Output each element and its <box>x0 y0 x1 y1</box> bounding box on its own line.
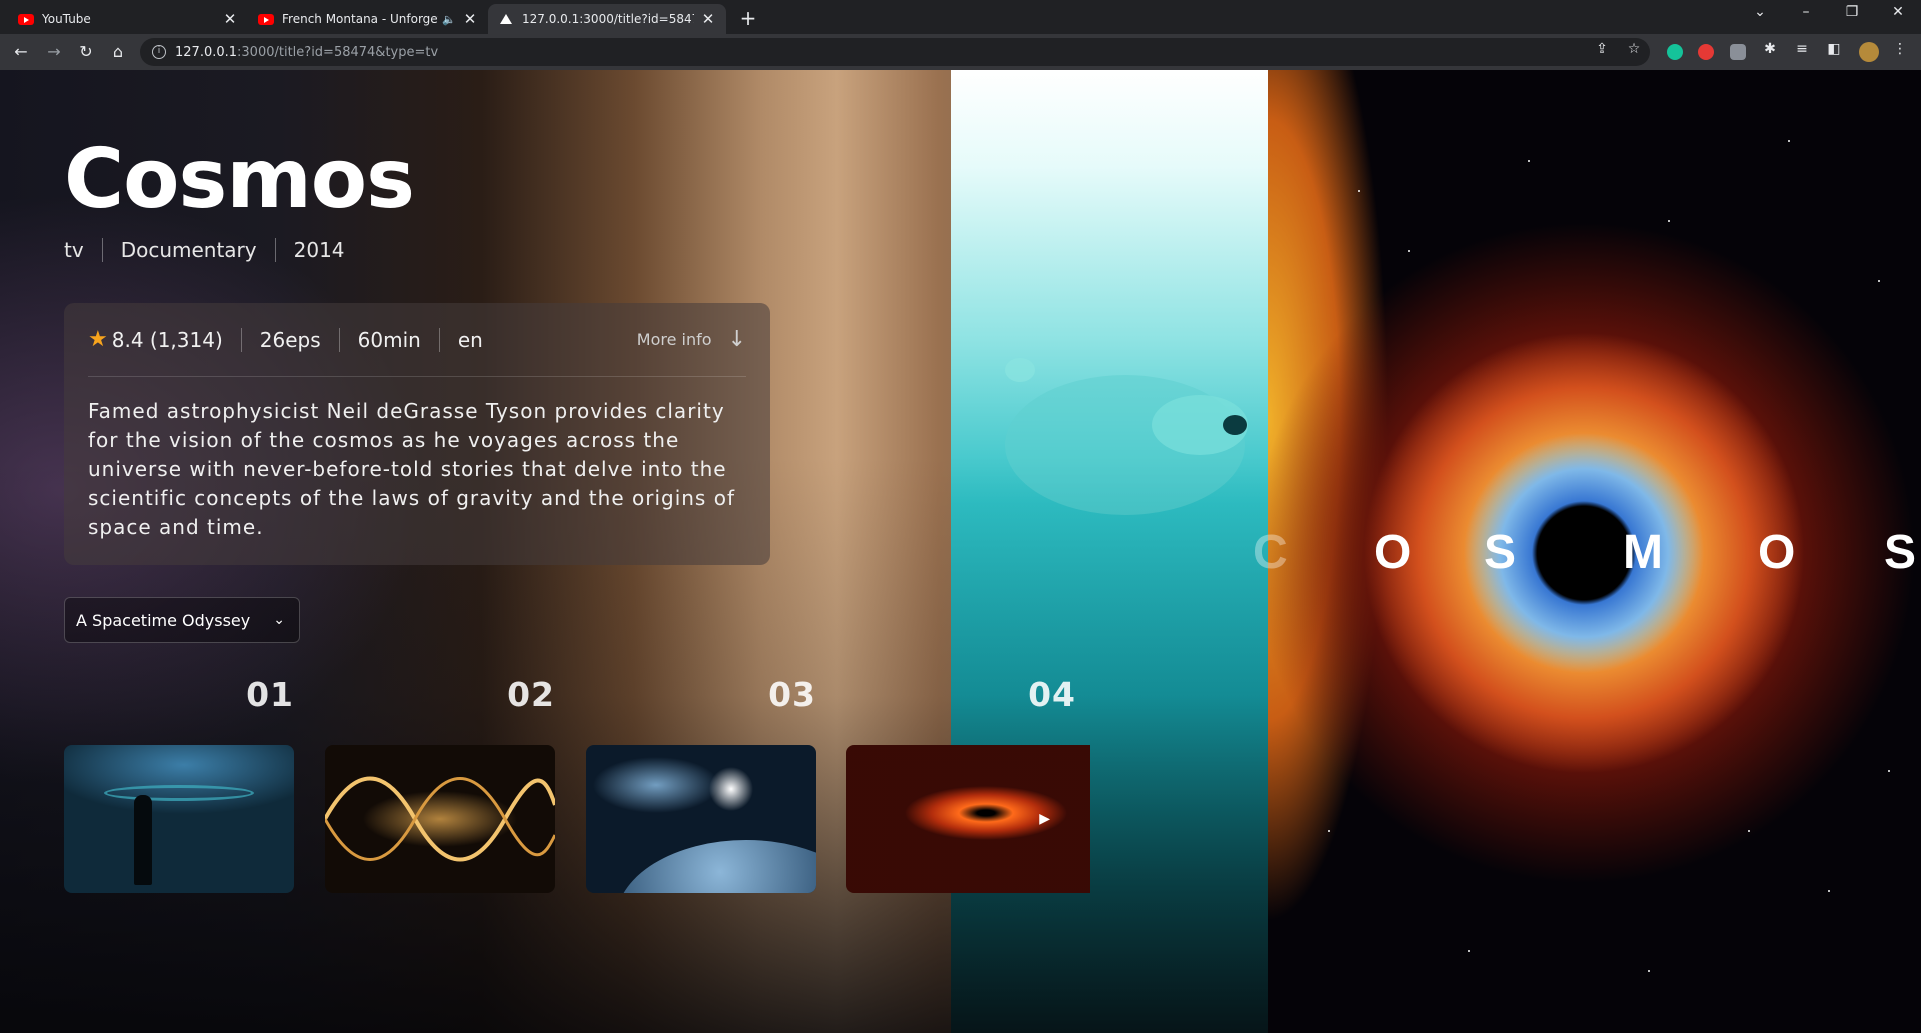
browser-menu-icon[interactable]: ⋮ <box>1890 41 1910 57</box>
address-bar[interactable]: i 127.0.0.1:3000/title?id=58474&type=tv <box>140 38 1650 66</box>
episode-number: 03 <box>768 675 816 714</box>
star-icon: ★ <box>88 327 108 352</box>
play-icon[interactable]: ▶ <box>1039 811 1050 827</box>
browser-toolbar: ← → ↻ ⌂ i 127.0.0.1:3000/title?id=58474&… <box>0 34 1921 70</box>
title-meta: tv Documentary 2014 <box>64 238 345 262</box>
title-page: C O S M O S Cosmos tv Documentary 2014 ★… <box>0 70 1921 1033</box>
episode-thumbnail[interactable] <box>846 745 1090 893</box>
forward-icon[interactable]: → <box>43 41 65 63</box>
episode-count: 26eps <box>259 327 321 352</box>
poster-letter: C <box>1253 526 1288 579</box>
divider <box>438 327 440 352</box>
info-card: ★ 8.4 (1,314) 26eps 60min en More info ↓… <box>64 303 770 565</box>
extensions-puzzle-icon[interactable]: ✱ <box>1760 41 1780 57</box>
media-type: tv <box>64 238 84 262</box>
url-path: :3000/title?id=58474&type=tv <box>237 44 439 60</box>
genre: Documentary <box>120 238 257 262</box>
profile-avatar[interactable] <box>1859 42 1879 62</box>
back-icon[interactable]: ← <box>10 41 32 63</box>
poster-letter: O <box>1758 526 1796 579</box>
overview-text: Famed astrophysicist Neil deGrasse Tyson… <box>88 399 735 539</box>
reload-icon[interactable]: ↻ <box>75 41 97 63</box>
close-tab-icon[interactable]: ✕ <box>700 10 716 28</box>
runtime: 60min <box>357 327 421 352</box>
grammarly-extension-icon[interactable] <box>1667 44 1683 60</box>
tab-active[interactable]: 127.0.0.1:3000/title?id=58474&ty ✕ <box>488 4 726 34</box>
restore-button[interactable]: ❐ <box>1832 4 1872 20</box>
episode-number: 02 <box>507 675 555 714</box>
extension-red-icon[interactable] <box>1698 44 1714 60</box>
close-window-button[interactable]: ✕ <box>1878 4 1918 20</box>
episode-thumbnail[interactable] <box>586 745 816 893</box>
media-control-icon[interactable]: ≡ <box>1792 41 1812 57</box>
home-icon[interactable]: ⌂ <box>107 41 129 63</box>
rating: 8.4 (1,314) <box>111 327 223 352</box>
tab-title: 127.0.0.1:3000/title?id=58474&ty <box>522 12 694 26</box>
site-info-icon[interactable]: i <box>152 45 166 59</box>
share-icon[interactable]: ⇪ <box>1592 41 1612 57</box>
episode-number: 04 <box>1028 675 1076 714</box>
tab-title: YouTube <box>42 12 91 26</box>
release-year: 2014 <box>293 238 345 262</box>
divider <box>240 327 242 352</box>
poster-letter: O <box>1374 526 1412 579</box>
episode-card[interactable]: 01 <box>64 675 294 893</box>
episode-thumbnail[interactable] <box>325 745 555 893</box>
youtube-icon <box>258 13 274 25</box>
tab-french-montana[interactable]: French Montana - Unforgetta 🔈 ✕ <box>248 4 488 34</box>
divider <box>274 238 276 262</box>
more-info-label: More info <box>636 330 712 349</box>
arrow-down-icon: ↓ <box>727 327 746 352</box>
episode-thumbnail[interactable] <box>64 745 294 893</box>
chevron-down-icon: ⌄ <box>273 612 285 628</box>
close-tab-icon[interactable]: ✕ <box>222 10 238 28</box>
url-host: 127.0.0.1 <box>175 44 238 60</box>
youtube-icon <box>18 13 34 25</box>
close-tab-icon[interactable]: ✕ <box>462 10 478 28</box>
info-stats-row: ★ 8.4 (1,314) 26eps 60min en More info ↓ <box>88 303 746 377</box>
season-dropdown[interactable]: A Spacetime Odyssey ⌄ <box>64 597 300 643</box>
episode-card[interactable]: 02 <box>325 675 555 893</box>
speaker-icon[interactable]: 🔈 <box>442 13 456 26</box>
triangle-icon <box>498 13 514 25</box>
poster-letter: M <box>1623 526 1663 579</box>
tab-title: French Montana - Unforgetta <box>282 12 439 26</box>
language: en <box>457 327 483 352</box>
episode-card[interactable]: 03 <box>586 675 816 893</box>
divider <box>338 327 340 352</box>
episode-card[interactable]: 04 ▶ <box>846 675 1090 893</box>
more-info-button[interactable]: More info ↓ <box>637 327 746 352</box>
browser-tab-strip: YouTube ✕ French Montana - Unforgetta 🔈 … <box>0 0 1921 34</box>
bookmark-star-icon[interactable]: ☆ <box>1624 41 1644 57</box>
tab-youtube[interactable]: YouTube ✕ <box>8 4 248 34</box>
minimize-button[interactable]: – <box>1786 4 1826 20</box>
side-panel-icon[interactable]: ◧ <box>1824 41 1844 57</box>
new-tab-button[interactable]: + <box>736 6 760 30</box>
extension-gray-icon[interactable] <box>1730 44 1746 60</box>
episode-number: 01 <box>246 675 294 714</box>
page-title: Cosmos <box>64 132 415 227</box>
tab-search-icon[interactable]: ⌄ <box>1740 4 1780 20</box>
poster-letter: S <box>1884 526 1917 579</box>
poster-image: C O S M O S <box>1253 70 1921 1033</box>
divider <box>101 238 103 262</box>
season-selected: A Spacetime Odyssey <box>76 610 251 630</box>
poster-letter: S <box>1484 526 1517 579</box>
